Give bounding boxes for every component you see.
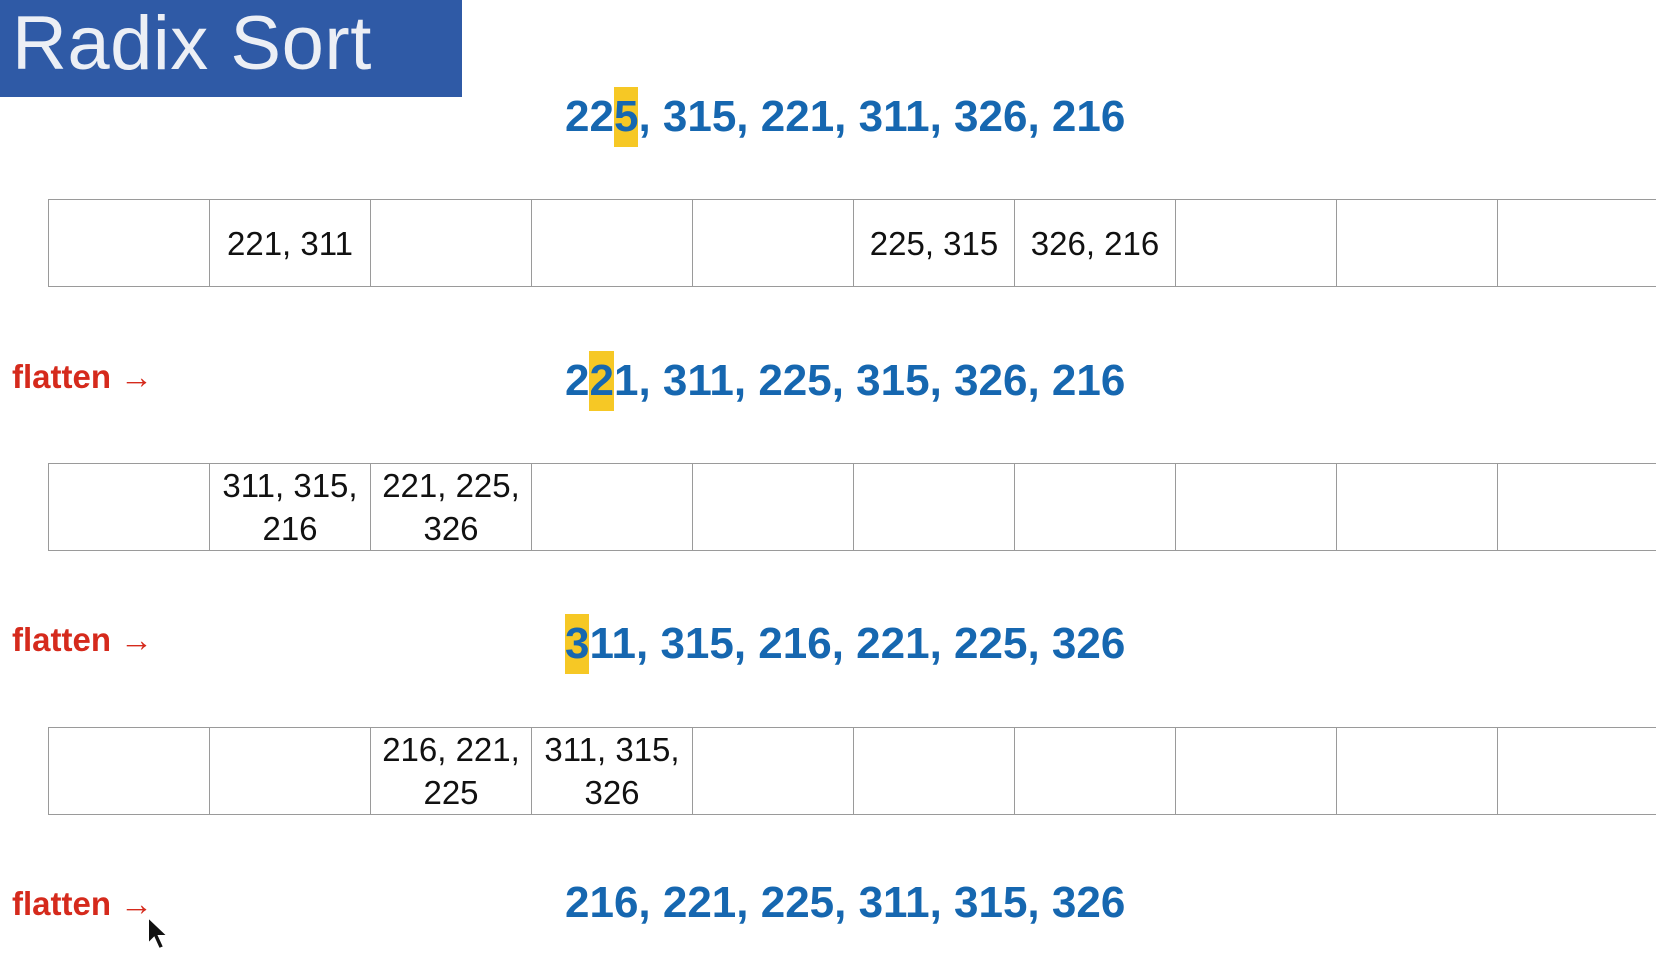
- bucket-2: [371, 200, 532, 286]
- highlighted-digit: 2: [589, 351, 614, 411]
- flatten-label-1: flatten →: [12, 358, 154, 395]
- bucket-6: [1015, 728, 1176, 814]
- highlighted-digit: 5: [613, 87, 639, 147]
- seq-text: , 315, 221, 311, 326, 216: [638, 92, 1126, 141]
- flatten-label-3: flatten →: [12, 885, 154, 922]
- bucket-row-3: 216, 221, 225 311, 315, 326: [48, 727, 1656, 815]
- bucket-9: [1498, 728, 1656, 814]
- bucket-9: [1498, 200, 1656, 286]
- mouse-pointer-icon: [147, 916, 171, 951]
- bucket-3: [532, 200, 693, 286]
- bucket-5: [854, 464, 1015, 550]
- bucket-8: [1337, 728, 1498, 814]
- sequence-pass-2: 311, 315, 216, 221, 225, 326: [565, 614, 1125, 674]
- bucket-6: 326, 216: [1015, 200, 1176, 286]
- highlighted-digit: 3: [565, 614, 590, 674]
- bucket-4: [693, 200, 854, 286]
- bucket-2: 221, 225, 326: [371, 464, 532, 550]
- bucket-0: [49, 200, 210, 286]
- bucket-5: [854, 728, 1015, 814]
- bucket-1: 221, 311: [210, 200, 371, 286]
- seq-text: 22: [565, 92, 614, 141]
- title-banner: Radix Sort: [0, 0, 462, 97]
- seq-text: 216, 221, 225, 311, 315, 326: [565, 878, 1126, 927]
- bucket-8: [1337, 200, 1498, 286]
- bucket-7: [1176, 200, 1337, 286]
- bucket-4: [693, 464, 854, 550]
- flatten-label-2: flatten →: [12, 621, 154, 658]
- bucket-5: 225, 315: [854, 200, 1015, 286]
- sequence-pass-3: 216, 221, 225, 311, 315, 326: [565, 878, 1125, 928]
- seq-text: 2: [565, 356, 590, 405]
- bucket-3: [532, 464, 693, 550]
- seq-text: 11, 315, 216, 221, 225, 326: [589, 619, 1126, 668]
- page-title: Radix Sort: [12, 1, 372, 86]
- bucket-2: 216, 221, 225: [371, 728, 532, 814]
- sequence-pass-0: 225, 315, 221, 311, 326, 216: [565, 87, 1125, 147]
- bucket-0: [49, 464, 210, 550]
- bucket-1: [210, 728, 371, 814]
- bucket-3: 311, 315, 326: [532, 728, 693, 814]
- bucket-1: 311, 315, 216: [210, 464, 371, 550]
- bucket-4: [693, 728, 854, 814]
- bucket-7: [1176, 728, 1337, 814]
- bucket-9: [1498, 464, 1656, 550]
- bucket-0: [49, 728, 210, 814]
- sequence-pass-1: 221, 311, 225, 315, 326, 216: [565, 351, 1125, 411]
- bucket-7: [1176, 464, 1337, 550]
- bucket-6: [1015, 464, 1176, 550]
- bucket-8: [1337, 464, 1498, 550]
- bucket-row-2: 311, 315, 216 221, 225, 326: [48, 463, 1656, 551]
- bucket-row-1: 221, 311 225, 315 326, 216: [48, 199, 1656, 287]
- seq-text: 1, 311, 225, 315, 326, 216: [613, 356, 1126, 405]
